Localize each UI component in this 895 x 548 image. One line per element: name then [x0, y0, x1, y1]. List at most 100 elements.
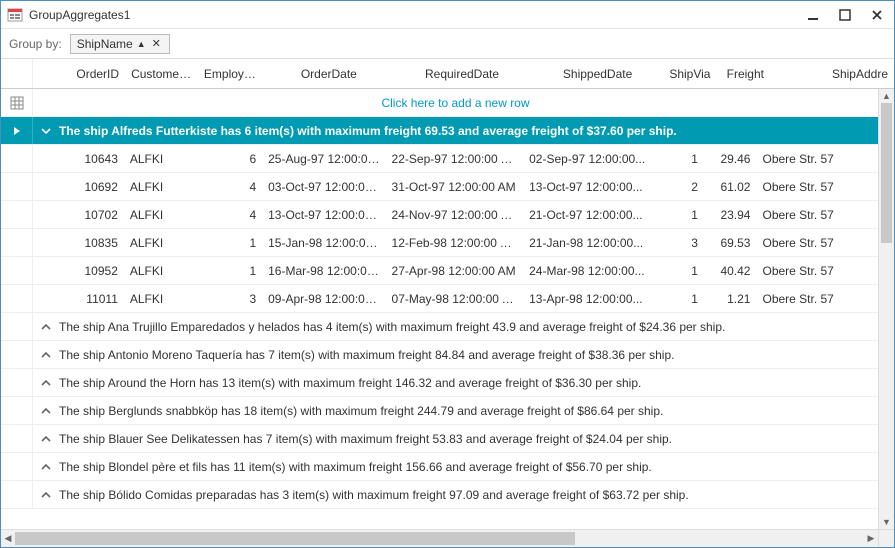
horizontal-scroll-thumb[interactable] — [15, 532, 575, 545]
cell-shippeddate: 13-Apr-98 12:00:00... — [523, 292, 651, 306]
cell-shippeddate: 21-Jan-98 12:00:00... — [523, 236, 651, 250]
vertical-scroll-thumb[interactable] — [881, 103, 892, 243]
table-row[interactable]: 10835ALFKI115-Jan-98 12:00:00...12-Feb-9… — [1, 229, 878, 257]
cell-orderdate: 09-Apr-98 12:00:00... — [262, 292, 385, 306]
column-header-employeeid[interactable]: EmployeeID — [198, 67, 266, 81]
cell-shipvia: 1 — [651, 152, 704, 166]
row-header-blank — [1, 59, 33, 88]
data-grid: OrderID CustomerID EmployeeID OrderDate … — [1, 59, 894, 547]
cell-orderid: 11011 — [59, 292, 124, 306]
cell-employeeid: 1 — [195, 264, 262, 278]
scroll-left-icon[interactable]: ◀ — [1, 530, 15, 547]
group-row[interactable]: The ship Antonio Moreno Taquería has 7 i… — [1, 341, 878, 369]
table-row[interactable]: 10643ALFKI625-Aug-97 12:00:00...22-Sep-9… — [1, 145, 878, 173]
column-header-orderid[interactable]: OrderID — [59, 67, 125, 81]
row-indicator-icon — [1, 425, 33, 452]
group-row[interactable]: The ship Berglunds snabbköp has 18 item(… — [1, 397, 878, 425]
cell-orderid: 10835 — [59, 236, 124, 250]
chevron-up-icon[interactable] — [33, 322, 59, 332]
chevron-up-icon[interactable] — [33, 378, 59, 388]
cell-shipaddress: Obere Str. 57 — [756, 236, 878, 250]
group-row[interactable]: The ship Blondel père et fils has 11 ite… — [1, 453, 878, 481]
chevron-up-icon[interactable] — [33, 434, 59, 444]
table-row[interactable]: 10692ALFKI403-Oct-97 12:00:00...31-Oct-9… — [1, 173, 878, 201]
cell-shippeddate: 13-Oct-97 12:00:00... — [523, 180, 651, 194]
group-row[interactable]: The ship Blauer See Delikatessen has 7 i… — [1, 425, 878, 453]
maximize-button[interactable] — [834, 5, 856, 25]
column-header-shipvia[interactable]: ShipVia — [663, 67, 717, 81]
scroll-right-icon[interactable]: ▶ — [864, 530, 878, 547]
column-header-freight[interactable]: Freight — [716, 67, 770, 81]
group-summary-text: The ship Alfreds Futterkiste has 6 item(… — [59, 124, 878, 138]
scroll-corner — [878, 529, 894, 547]
cell-orderdate: 25-Aug-97 12:00:00... — [262, 152, 385, 166]
chevron-down-icon[interactable] — [33, 126, 59, 136]
sort-asc-icon: ▲ — [137, 39, 146, 49]
window-buttons — [802, 5, 888, 25]
cell-orderid: 10643 — [59, 152, 124, 166]
vertical-scrollbar[interactable]: ▲ ▼ — [878, 89, 894, 529]
group-chip-label: ShipName — [77, 37, 133, 51]
cell-requireddate: 12-Feb-98 12:00:00 AM — [386, 236, 524, 250]
row-header-cell — [1, 145, 33, 172]
minimize-button[interactable] — [802, 5, 824, 25]
cell-orderid: 10702 — [59, 208, 124, 222]
group-chip-shipname[interactable]: ShipName ▲ ✕ — [70, 34, 170, 54]
column-header-customerid[interactable]: CustomerID — [125, 67, 198, 81]
table-row[interactable]: 10952ALFKI116-Mar-98 12:00:00...27-Apr-9… — [1, 257, 878, 285]
chevron-up-icon[interactable] — [33, 350, 59, 360]
column-header-shipaddress[interactable]: ShipAddre — [770, 67, 894, 81]
add-new-row-label[interactable]: Click here to add a new row — [33, 96, 878, 110]
cell-shippeddate: 21-Oct-97 12:00:00... — [523, 208, 651, 222]
row-indicator-icon — [1, 313, 33, 340]
app-window: GroupAggregates1 Group by: ShipName ▲ ✕ … — [0, 0, 895, 548]
new-row-icon — [1, 89, 33, 116]
group-row[interactable]: The ship Alfreds Futterkiste has 6 item(… — [1, 117, 878, 145]
cell-customerid: ALFKI — [124, 236, 195, 250]
cell-shipaddress: Obere Str. 57 — [756, 208, 878, 222]
cell-employeeid: 6 — [195, 152, 262, 166]
chevron-up-icon[interactable] — [33, 462, 59, 472]
column-header-shippeddate[interactable]: ShippedDate — [532, 67, 663, 81]
table-row[interactable]: 11011ALFKI309-Apr-98 12:00:00...07-May-9… — [1, 285, 878, 313]
cell-shipaddress: Obere Str. 57 — [756, 152, 878, 166]
group-summary-text: The ship Antonio Moreno Taquería has 7 i… — [59, 348, 878, 362]
cell-employeeid: 4 — [195, 208, 262, 222]
scroll-up-icon[interactable]: ▲ — [879, 89, 894, 103]
column-header-requireddate[interactable]: RequiredDate — [392, 67, 532, 81]
group-summary-text: The ship Around the Horn has 13 item(s) … — [59, 376, 878, 390]
remove-group-icon[interactable]: ✕ — [150, 37, 163, 50]
scroll-down-icon[interactable]: ▼ — [879, 515, 894, 529]
cell-orderid: 10952 — [59, 264, 124, 278]
cell-shipvia: 1 — [651, 292, 704, 306]
cell-customerid: ALFKI — [124, 180, 195, 194]
cell-freight: 29.46 — [704, 152, 757, 166]
column-header-orderdate[interactable]: OrderDate — [266, 67, 392, 81]
row-indicator-icon — [1, 397, 33, 424]
cell-customerid: ALFKI — [124, 292, 195, 306]
cell-shipaddress: Obere Str. 57 — [756, 180, 878, 194]
group-row[interactable]: The ship Ana Trujillo Emparedados y hela… — [1, 313, 878, 341]
cell-requireddate: 24-Nov-97 12:00:00 AM — [386, 208, 524, 222]
chevron-up-icon[interactable] — [33, 490, 59, 500]
row-indicator-icon — [1, 481, 33, 508]
group-row[interactable]: The ship Bólido Comidas preparadas has 3… — [1, 481, 878, 509]
add-new-row[interactable]: Click here to add a new row — [1, 89, 878, 117]
row-header-cell — [1, 173, 33, 200]
row-header-cell — [1, 229, 33, 256]
chevron-up-icon[interactable] — [33, 406, 59, 416]
group-row[interactable]: The ship Around the Horn has 13 item(s) … — [1, 369, 878, 397]
cell-shipaddress: Obere Str. 57 — [756, 264, 878, 278]
table-row[interactable]: 10702ALFKI413-Oct-97 12:00:00...24-Nov-9… — [1, 201, 878, 229]
cell-freight: 23.94 — [704, 208, 757, 222]
group-summary-text: The ship Bólido Comidas preparadas has 3… — [59, 488, 878, 502]
cell-employeeid: 4 — [195, 180, 262, 194]
cell-freight: 69.53 — [704, 236, 757, 250]
close-button[interactable] — [866, 5, 888, 25]
cell-shipaddress: Obere Str. 57 — [756, 292, 878, 306]
column-header-row: OrderID CustomerID EmployeeID OrderDate … — [1, 59, 894, 89]
cell-shipvia: 3 — [651, 236, 704, 250]
row-indicator-icon — [1, 453, 33, 480]
grid-body: Click here to add a new row The ship Alf… — [1, 89, 894, 547]
horizontal-scrollbar[interactable]: ◀ ▶ — [1, 529, 878, 547]
